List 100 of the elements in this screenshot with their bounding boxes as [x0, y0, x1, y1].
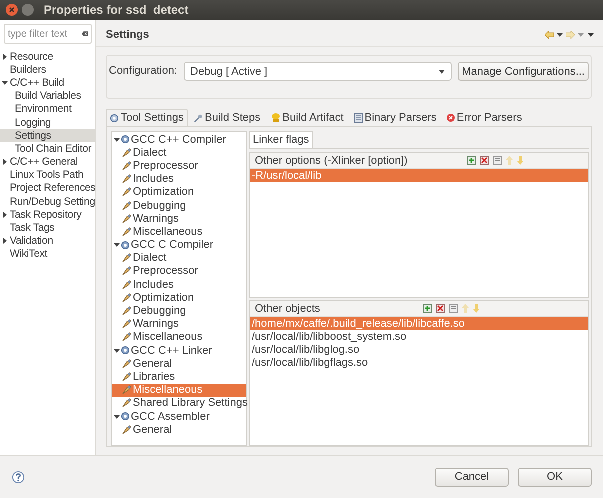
filter-field[interactable]: type filter text [4, 24, 92, 44]
tree-item[interactable]: General [112, 357, 246, 370]
tool-icon [122, 148, 132, 158]
tab[interactable]: Build Artifact [266, 109, 348, 126]
tab[interactable]: Binary Parsers [350, 109, 441, 126]
edit-icon[interactable] [492, 156, 502, 165]
tree-item[interactable]: Includes [112, 278, 246, 292]
tool-icon [122, 319, 132, 330]
tree-item[interactable]: Includes [112, 172, 246, 186]
tool-icon [122, 424, 132, 435]
sidebar-item[interactable]: Run/Debug Setting [0, 195, 95, 208]
collapsed-arrow-icon[interactable] [2, 238, 8, 244]
error-icon [446, 114, 455, 122]
tree-item[interactable]: Preprocessor [112, 159, 246, 173]
tool-icon [122, 280, 132, 290]
tool-icon [122, 398, 132, 408]
document-icon [354, 113, 363, 123]
clear-icon[interactable] [82, 30, 88, 38]
collapsed-arrow-icon[interactable] [2, 212, 8, 218]
delete-icon[interactable] [436, 304, 446, 313]
sidebar-item[interactable]: Builders [0, 63, 95, 76]
sidebar-item[interactable]: Linux Tools Path [0, 168, 95, 182]
tool-icon [122, 358, 132, 369]
tab[interactable]: Error Parsers [442, 109, 526, 126]
tool-icon [122, 187, 132, 198]
sidebar-item[interactable]: C/C++ General [0, 156, 95, 169]
menu-arrow-icon[interactable] [585, 32, 595, 38]
gear-icon [121, 135, 130, 144]
expanded-arrow-icon[interactable] [114, 348, 120, 354]
tool-icon [122, 292, 132, 303]
list-item[interactable]: /usr/local/lib/libglog.so [250, 343, 588, 356]
tree-item[interactable]: Miscellaneous [112, 330, 246, 344]
tree-item[interactable]: Miscellaneous [112, 225, 246, 238]
sidebar-item[interactable]: Task Tags [0, 221, 95, 235]
delete-icon[interactable] [480, 156, 489, 165]
dropdown-arrow-icon[interactable] [554, 32, 564, 38]
cancel-button[interactable]: Cancel [435, 468, 509, 486]
expanded-arrow-icon[interactable] [114, 242, 120, 248]
list-title: Other options (-Xlinker [option]) [255, 154, 408, 166]
edit-icon[interactable] [449, 304, 458, 313]
list-title: Other objects [255, 302, 320, 314]
add-icon[interactable] [466, 156, 476, 165]
tree-item[interactable]: Dialect [112, 252, 246, 265]
tool-icon [122, 266, 132, 276]
tree-item[interactable]: Warnings [112, 318, 246, 331]
tab[interactable]: Build Steps [190, 109, 265, 126]
tree-item[interactable]: GCC Assembler [112, 410, 246, 424]
tree-item[interactable]: Optimization [112, 186, 246, 199]
tree-item[interactable]: Shared Library Settings [112, 396, 246, 410]
tree-item[interactable]: Dialect [112, 146, 246, 160]
sidebar-item[interactable]: C/C++ Build [0, 76, 95, 90]
expanded-arrow-icon[interactable] [114, 414, 120, 420]
help-icon[interactable] [12, 470, 25, 484]
window-title: Properties for ssd_detect [44, 3, 189, 17]
minimize-icon[interactable] [22, 4, 34, 16]
tree-item[interactable]: GCC C++ Linker [112, 344, 246, 358]
sidebar-item[interactable]: Logging [0, 116, 95, 130]
tree-item[interactable]: GCC C Compiler [112, 238, 246, 252]
dropdown-arrow-icon[interactable] [439, 70, 446, 74]
sidebar-item[interactable]: Task Repository [0, 208, 95, 222]
gear-icon [121, 346, 130, 356]
page-title: Settings [106, 29, 150, 41]
sidebar-item[interactable]: Tool Chain Editor [0, 142, 95, 156]
expanded-arrow-icon[interactable] [114, 136, 120, 143]
tree-item[interactable]: Warnings [112, 212, 246, 226]
gear-icon [121, 412, 130, 422]
sidebar-item[interactable]: WikiText [0, 248, 95, 261]
sidebar-item[interactable]: Resource [0, 50, 95, 64]
tree-item[interactable]: Preprocessor [112, 264, 246, 278]
expanded-arrow-icon[interactable] [2, 80, 8, 86]
collapsed-arrow-icon[interactable] [2, 54, 8, 60]
close-icon[interactable] [6, 4, 18, 16]
gear-icon [110, 114, 119, 122]
tree-item[interactable]: Libraries [112, 370, 246, 384]
sidebar-item[interactable]: Validation [0, 234, 95, 248]
ok-button[interactable]: OK [518, 468, 592, 486]
linker-flags-tab[interactable]: Linker flags [249, 131, 314, 148]
tool-icon [122, 372, 132, 382]
sidebar-item[interactable]: Build Variables [0, 90, 95, 103]
configuration-label: Configuration: [109, 65, 178, 77]
sidebar-item[interactable]: Settings [0, 129, 95, 142]
configuration-dropdown[interactable]: Debug [ Active ] [184, 62, 452, 81]
manage-configurations-button[interactable]: Manage Configurations... [458, 62, 589, 81]
tree-item[interactable]: Debugging [112, 198, 246, 212]
gear-icon [121, 240, 130, 250]
tool-icon [122, 306, 132, 316]
tree-item[interactable]: GCC C++ Compiler [112, 133, 246, 146]
tree-item[interactable]: General [112, 423, 246, 436]
add-icon[interactable] [423, 304, 432, 313]
tool-icon [122, 332, 132, 342]
sidebar-item[interactable]: Project References [0, 182, 95, 196]
list-item[interactable]: /usr/local/lib/libgflags.so [250, 356, 588, 369]
list-item[interactable]: /usr/local/lib/libboost_system.so [250, 330, 588, 343]
tree-item[interactable]: Debugging [112, 304, 246, 318]
artifact-icon [270, 113, 281, 123]
sidebar-item[interactable]: Environment [0, 102, 95, 116]
collapsed-arrow-icon[interactable] [2, 159, 8, 166]
tool-icon [122, 160, 132, 171]
tree-item[interactable]: Optimization [112, 291, 246, 304]
tab[interactable]: Tool Settings [106, 109, 188, 126]
